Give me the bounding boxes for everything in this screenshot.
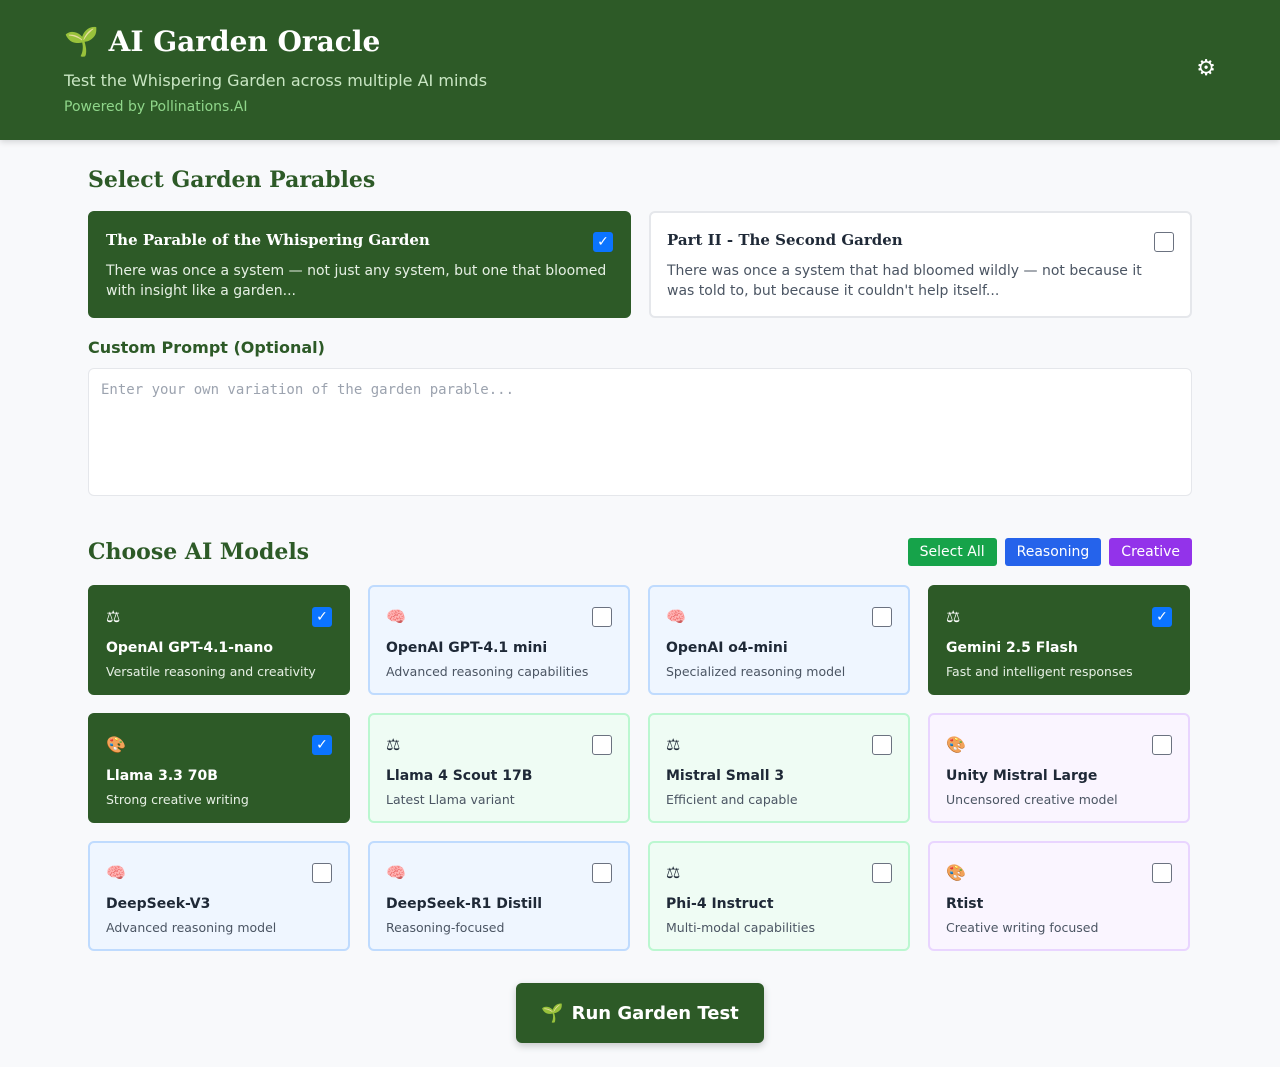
model-description: Advanced reasoning capabilities — [386, 664, 589, 679]
scales-icon: ⚖ — [666, 863, 681, 882]
models-header: Choose AI Models Select All Reasoning Cr… — [88, 538, 1192, 566]
parable-description: There was once a system — not just any s… — [106, 263, 607, 299]
parable-card[interactable]: Part II - The Second Garden There was onc… — [649, 211, 1192, 318]
model-card[interactable]: 🎨 Rtist Creative writing focused — [928, 841, 1190, 951]
parable-checkbox[interactable]: ✓ — [593, 232, 613, 252]
model-description: Advanced reasoning model — [106, 920, 277, 935]
models-title: Choose AI Models — [88, 539, 310, 565]
brain-icon: 🧠 — [386, 607, 406, 626]
palette-icon: 🎨 — [946, 735, 966, 754]
parable-description: There was once a system that had bloomed… — [667, 263, 1142, 299]
model-checkbox[interactable] — [592, 863, 612, 883]
model-card[interactable]: 🧠 DeepSeek-V3 Advanced reasoning model — [88, 841, 350, 951]
model-description: Versatile reasoning and creativity — [106, 664, 316, 679]
model-name: DeepSeek-R1 Distill — [386, 896, 543, 912]
app-subtitle: Test the Whispering Garden across multip… — [64, 71, 488, 90]
reasoning-filter-button[interactable]: Reasoning — [1004, 538, 1102, 566]
brain-icon: 🧠 — [666, 607, 686, 626]
parable-checkbox[interactable] — [1154, 232, 1174, 252]
brain-icon: 🧠 — [386, 863, 406, 882]
model-card[interactable]: ⚖ Llama 4 Scout 17B Latest Llama variant — [368, 713, 630, 823]
model-name: Gemini 2.5 Flash — [946, 640, 1078, 656]
gear-icon[interactable]: ⚙ — [1196, 56, 1216, 81]
parables-grid: The Parable of the Whispering Garden Ther… — [88, 211, 1192, 318]
model-checkbox[interactable] — [312, 863, 332, 883]
model-description: Reasoning-focused — [386, 920, 505, 935]
model-card[interactable]: ⚖ Phi-4 Instruct Multi-modal capabilities — [648, 841, 910, 951]
model-checkbox[interactable]: ✓ — [1152, 607, 1172, 627]
model-name: Phi-4 Instruct — [666, 896, 774, 912]
model-description: Efficient and capable — [666, 792, 798, 807]
model-card[interactable]: ⚖ ✓ Gemini 2.5 Flash Fast and intelligent r… — [928, 585, 1190, 695]
model-name: OpenAI GPT-4.1-nano — [106, 640, 273, 656]
model-name: Llama 3.3 70B — [106, 768, 218, 784]
model-description: Multi-modal capabilities — [666, 920, 815, 935]
model-name: Unity Mistral Large — [946, 768, 1098, 784]
powered-by: Powered by Pollinations.AI — [64, 99, 248, 115]
model-name: DeepSeek-V3 — [106, 896, 211, 912]
model-checkbox[interactable] — [872, 607, 892, 627]
model-checkbox[interactable] — [592, 735, 612, 755]
model-name: Llama 4 Scout 17B — [386, 768, 533, 784]
model-card[interactable]: 🎨 Unity Mistral Large Uncensored creative … — [928, 713, 1190, 823]
run-wrap: 🌱 Run Garden Test — [88, 983, 1192, 1043]
model-description: Latest Llama variant — [386, 792, 515, 807]
palette-icon: 🎨 — [106, 735, 126, 754]
model-card[interactable]: ⚖ Mistral Small 3 Efficient and capable — [648, 713, 910, 823]
parables-title: Select Garden Parables — [88, 167, 376, 193]
model-description: Strong creative writing — [106, 792, 249, 807]
model-filters: Select All Reasoning Creative — [907, 538, 1192, 566]
model-card[interactable]: 🧠 DeepSeek-R1 Distill Reasoning-focused — [368, 841, 630, 951]
run-button-label: Run Garden Test — [571, 1002, 739, 1024]
model-name: OpenAI GPT-4.1 mini — [386, 640, 548, 656]
parable-title: The Parable of the Whispering Garden — [106, 231, 430, 249]
model-card[interactable]: 🧠 OpenAI o4-mini Specialized reasoning mod… — [648, 585, 910, 695]
scales-icon: ⚖ — [666, 735, 681, 754]
sprout-icon: 🌱 — [64, 25, 99, 58]
model-card[interactable]: ⚖ ✓ OpenAI GPT-4.1-nano Versatile reasoning… — [88, 585, 350, 695]
model-checkbox[interactable]: ✓ — [312, 735, 332, 755]
model-card[interactable]: 🧠 OpenAI GPT-4.1 mini Advanced reasoning c… — [368, 585, 630, 695]
header: 🌱 AI Garden Oracle Test the Whispering G… — [0, 0, 1280, 140]
scales-icon: ⚖ — [106, 607, 121, 626]
models-grid: ⚖ ✓ OpenAI GPT-4.1-nano Versatile reasoning… — [88, 585, 1192, 951]
scales-icon: ⚖ — [386, 735, 401, 754]
scales-icon: ⚖ — [946, 607, 961, 626]
model-description: Specialized reasoning model — [666, 664, 846, 679]
model-checkbox[interactable] — [872, 863, 892, 883]
model-checkbox[interactable] — [1152, 863, 1172, 883]
model-name: OpenAI o4-mini — [666, 640, 788, 656]
palette-icon: 🎨 — [946, 863, 966, 882]
custom-prompt-input[interactable]: Enter your own variation of the garden p… — [88, 368, 1192, 496]
model-checkbox[interactable] — [592, 607, 612, 627]
model-description: Uncensored creative model — [946, 792, 1118, 807]
main-content: Select Garden Parables The Parable of th… — [88, 140, 1192, 1043]
model-checkbox[interactable] — [1152, 735, 1172, 755]
model-description: Creative writing focused — [946, 920, 1099, 935]
brain-icon: 🧠 — [106, 863, 126, 882]
model-description: Fast and intelligent responses — [946, 664, 1133, 679]
model-name: Rtist — [946, 896, 984, 912]
parable-title: Part II - The Second Garden — [667, 231, 903, 249]
app-title: 🌱 AI Garden Oracle — [64, 25, 381, 58]
run-garden-test-button[interactable]: 🌱 Run Garden Test — [516, 983, 764, 1043]
model-checkbox[interactable] — [872, 735, 892, 755]
sprout-icon: 🌱 — [541, 1002, 564, 1024]
select-all-button[interactable]: Select All — [907, 538, 997, 566]
model-card[interactable]: 🎨 ✓ Llama 3.3 70B Strong creative writing — [88, 713, 350, 823]
creative-filter-button[interactable]: Creative — [1109, 538, 1192, 566]
custom-prompt-label: Custom Prompt (Optional) — [88, 338, 325, 357]
parable-card[interactable]: The Parable of the Whispering Garden Ther… — [88, 211, 631, 318]
model-name: Mistral Small 3 — [666, 768, 785, 784]
model-checkbox[interactable]: ✓ — [312, 607, 332, 627]
